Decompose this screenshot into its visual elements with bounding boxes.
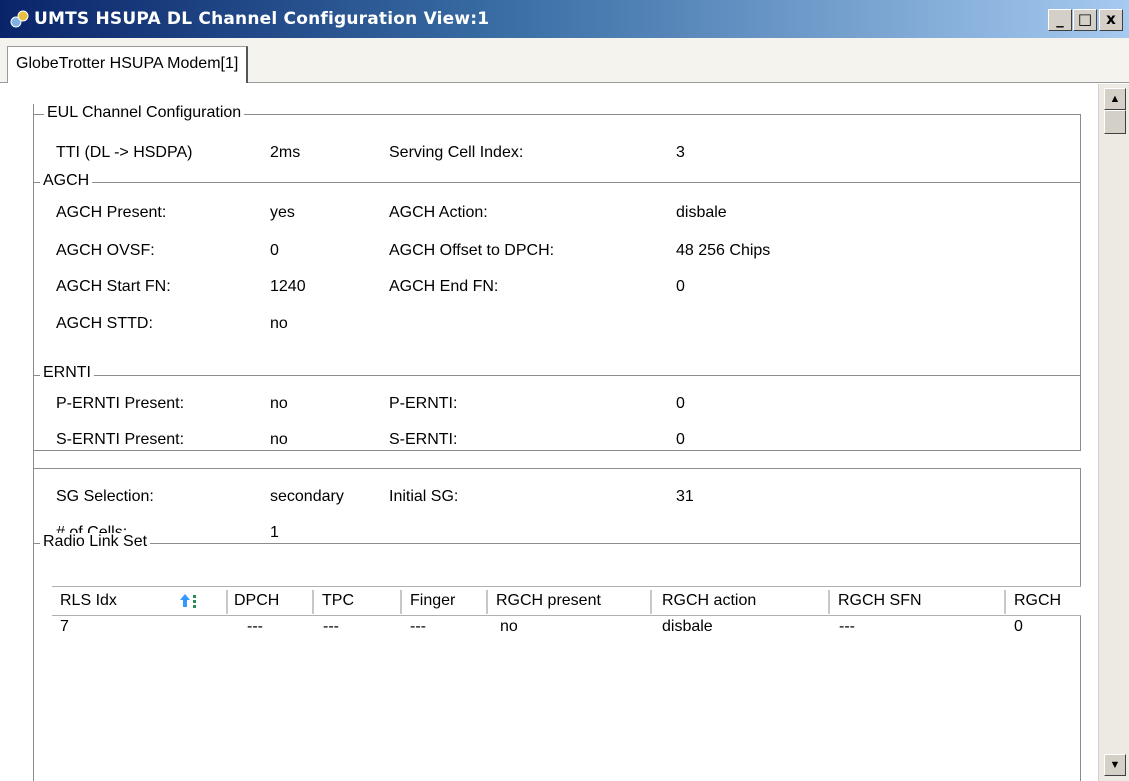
col-finger[interactable]: Finger — [410, 592, 455, 610]
ernti-group-box — [33, 375, 1081, 451]
column-separator[interactable] — [1004, 590, 1006, 614]
col-rgch-action[interactable]: RGCH action — [662, 592, 756, 610]
s-ernti-present-value: no — [270, 431, 288, 448]
window-title: UMTS HSUPA DL Channel Configuration View… — [34, 9, 490, 29]
ernti-group-legend: ERNTI — [40, 364, 94, 382]
cell-rgch-present: no — [500, 618, 518, 635]
tab-globetrotter-modem[interactable]: GlobeTrotter HSUPA Modem[1] — [7, 46, 249, 83]
serving-cell-index-label: Serving Cell Index: — [389, 144, 524, 161]
minimize-button[interactable]: _ — [1048, 9, 1072, 31]
cell-rgch: 0 — [1014, 618, 1023, 635]
cell-rgch-action: disbale — [662, 618, 713, 635]
sg-selection-value: secondary — [270, 488, 344, 505]
initial-sg-label: Initial SG: — [389, 488, 459, 505]
agch-start-fn-value: 1240 — [270, 278, 306, 295]
column-separator[interactable] — [828, 590, 830, 614]
initial-sg-value: 31 — [676, 488, 694, 505]
agch-offset-value: 48 256 Chips — [676, 242, 771, 259]
agch-group-box — [33, 182, 1081, 375]
radio-link-set-group-box — [33, 543, 1081, 781]
vertical-scrollbar[interactable]: ▲ ▼ — [1098, 84, 1129, 781]
sg-group-box — [33, 468, 1081, 543]
p-ernti-present-label: P-ERNTI Present: — [56, 395, 185, 412]
agch-end-fn-value: 0 — [676, 278, 685, 295]
col-rgch-sfn[interactable]: RGCH SFN — [838, 592, 922, 610]
column-separator[interactable] — [486, 590, 488, 614]
agch-action-value: disbale — [676, 204, 727, 221]
sort-ascending-icon — [180, 594, 196, 608]
tab-strip: GlobeTrotter HSUPA Modem[1] — [0, 38, 1129, 83]
s-ernti-present-label: S-ERNTI Present: — [56, 431, 185, 448]
serving-cell-index-value: 3 — [676, 144, 685, 161]
p-ernti-present-value: no — [270, 395, 288, 412]
cell-rls-idx: 7 — [60, 618, 69, 635]
agch-action-label: AGCH Action: — [389, 204, 488, 221]
num-cells-value: 1 — [270, 524, 279, 541]
column-separator[interactable] — [650, 590, 652, 614]
scroll-down-arrow-icon[interactable]: ▼ — [1104, 754, 1126, 776]
p-ernti-label: P-ERNTI: — [389, 395, 458, 412]
agch-sttd-label: AGCH STTD: — [56, 315, 153, 332]
agch-present-value: yes — [270, 204, 295, 221]
cell-rgch-sfn: --- — [839, 618, 855, 635]
tti-value: 2ms — [270, 144, 301, 161]
agch-group-legend: AGCH — [40, 172, 93, 190]
sg-selection-label: SG Selection: — [56, 488, 154, 505]
col-dpch[interactable]: DPCH — [234, 592, 279, 610]
agch-end-fn-label: AGCH End FN: — [389, 278, 499, 295]
title-bar: UMTS HSUPA DL Channel Configuration View… — [0, 0, 1129, 38]
close-button[interactable]: x — [1099, 9, 1123, 31]
maximize-button[interactable]: □ — [1073, 9, 1097, 31]
agch-sttd-value: no — [270, 315, 288, 332]
s-ernti-label: S-ERNTI: — [389, 431, 458, 448]
cell-finger: --- — [410, 618, 426, 635]
agch-ovsf-label: AGCH OVSF: — [56, 242, 155, 259]
column-separator[interactable] — [226, 590, 228, 614]
agch-present-label: AGCH Present: — [56, 204, 167, 221]
content-panel: EUL Channel Configuration TTI (DL -> HSD… — [0, 84, 1098, 781]
s-ernti-value: 0 — [676, 431, 685, 448]
tti-label: TTI (DL -> HSDPA) — [56, 144, 193, 161]
p-ernti-value: 0 — [676, 395, 685, 412]
col-rgch[interactable]: RGCH — [1014, 592, 1074, 610]
rls-table-header: RLS Idx DPCH TPC Finger RGCH present RGC… — [52, 586, 1081, 616]
col-tpc[interactable]: TPC — [322, 592, 354, 610]
network-app-icon — [10, 10, 29, 28]
agch-ovsf-value: 0 — [270, 242, 279, 259]
eul-group-legend: EUL Channel Configuration — [44, 104, 245, 122]
column-separator[interactable] — [400, 590, 402, 614]
agch-start-fn-label: AGCH Start FN: — [56, 278, 171, 295]
cell-dpch: --- — [247, 618, 263, 635]
column-separator[interactable] — [312, 590, 314, 614]
agch-offset-label: AGCH Offset to DPCH: — [389, 242, 555, 259]
scroll-up-arrow-icon[interactable]: ▲ — [1104, 88, 1126, 110]
col-rls-idx[interactable]: RLS Idx — [60, 592, 117, 610]
cell-tpc: --- — [323, 618, 339, 635]
col-rgch-present[interactable]: RGCH present — [496, 592, 601, 610]
radio-link-set-legend: Radio Link Set — [40, 533, 151, 551]
scrollbar-thumb[interactable] — [1104, 110, 1126, 134]
